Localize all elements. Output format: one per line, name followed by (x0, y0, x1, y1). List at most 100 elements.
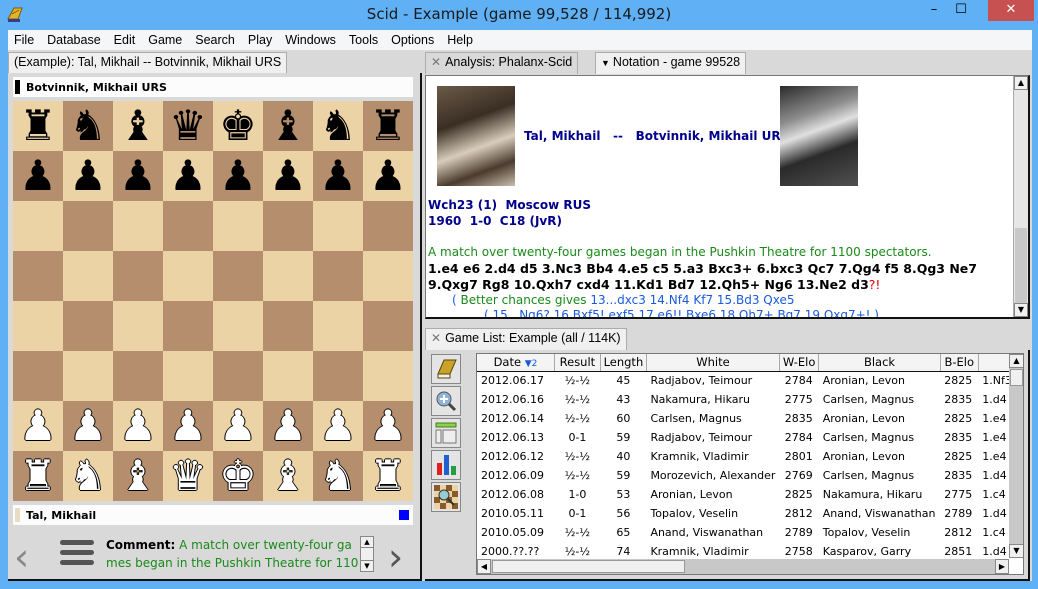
square-d4[interactable] (163, 301, 213, 351)
game-list-vscrollbar[interactable]: ▲ ▼ (1009, 354, 1023, 558)
square-b5[interactable] (63, 251, 113, 301)
variation-moves[interactable]: 13...dxc3 14.Nf4 Kf7 15.Bd3 Qxe5 (587, 293, 794, 307)
square-g7[interactable]: ♟ (313, 151, 363, 201)
square-b1[interactable]: ♞ (63, 451, 113, 501)
white-pawn-icon[interactable]: ♟ (369, 405, 407, 447)
menu-search[interactable]: Search (189, 33, 241, 47)
table-row[interactable]: 2012.06.17 ½-½ 45 Radjabov, Teimour 2784 Aron… (477, 371, 1023, 390)
black-bishop-icon[interactable]: ♝ (119, 105, 157, 147)
square-e4[interactable] (213, 301, 263, 351)
square-d7[interactable]: ♟ (163, 151, 213, 201)
column-header-black[interactable]: Black (818, 354, 941, 372)
menu-windows[interactable]: Windows (279, 33, 342, 47)
white-queen-icon[interactable]: ♛ (169, 455, 207, 497)
square-f1[interactable]: ♝ (263, 451, 313, 501)
prev-move-button[interactable]: ‹ (14, 535, 29, 579)
table-row[interactable]: 2012.06.09 ½-½ 59 Morozevich, Alexander 2769… (477, 466, 1023, 485)
tab-game-list[interactable]: ✕ Game List: Example (all / 114K) (425, 328, 627, 350)
white-king-icon[interactable]: ♚ (219, 455, 257, 497)
black-pawn-icon[interactable]: ♟ (269, 155, 307, 197)
black-rook-icon[interactable]: ♜ (369, 105, 407, 147)
square-a8[interactable]: ♜ (13, 101, 63, 151)
game-moves[interactable]: 1.e4 e6 2.d4 d5 3.Nc3 Bb4 4.e5 c5 5.a3 B… (428, 261, 1013, 293)
scroll-thumb[interactable] (492, 560, 685, 573)
square-e3[interactable] (213, 351, 263, 401)
tab-board[interactable]: (Example): Tal, Mikhail -- Botvinnik, Mi… (8, 52, 288, 74)
square-a3[interactable] (13, 351, 63, 401)
close-tab-icon[interactable]: ✕ (431, 331, 441, 345)
square-g3[interactable] (313, 351, 363, 401)
square-e7[interactable]: ♟ (213, 151, 263, 201)
square-e8[interactable]: ♚ (213, 101, 263, 151)
square-c7[interactable]: ♟ (113, 151, 163, 201)
comment-box[interactable]: Comment: A match over twenty-four games … (106, 536, 360, 572)
black-pawn-icon[interactable]: ♟ (319, 155, 357, 197)
square-g2[interactable]: ♟ (313, 401, 363, 451)
square-a1[interactable]: ♜ (13, 451, 63, 501)
tab-notation[interactable]: ▼ Notation - game 99528 (595, 52, 747, 74)
black-player-link[interactable]: Botvinnik, Mikhail URS (636, 129, 790, 143)
scroll-down-icon[interactable]: ▼ (1009, 544, 1023, 558)
table-row[interactable]: 2012.06.13 0-1 59 Radjabov, Teimour 2784 Carl… (477, 428, 1023, 447)
tab-analysis[interactable]: ✕ Analysis: Phalanx-Scid (425, 52, 579, 74)
main-line-moves[interactable]: 1.e4 e6 2.d4 d5 3.Nc3 Bb4 4.e5 c5 5.a3 B… (428, 261, 977, 292)
white-pawn-icon[interactable]: ♟ (269, 405, 307, 447)
square-h6[interactable] (363, 201, 413, 251)
black-pawn-icon[interactable]: ♟ (169, 155, 207, 197)
black-knight-icon[interactable]: ♞ (69, 105, 107, 147)
square-b7[interactable]: ♟ (63, 151, 113, 201)
square-c1[interactable]: ♝ (113, 451, 163, 501)
table-row[interactable]: 2010.05.09 ½-½ 65 Anand, Viswanathan 2789 Top… (477, 523, 1023, 542)
menu-play[interactable]: Play (242, 33, 278, 47)
scroll-up-icon[interactable]: ▲ (361, 537, 373, 548)
square-d5[interactable] (163, 251, 213, 301)
next-move-button[interactable]: › (388, 535, 403, 579)
black-bishop-icon[interactable]: ♝ (269, 105, 307, 147)
menu-edit[interactable]: Edit (108, 33, 142, 47)
square-d3[interactable] (163, 351, 213, 401)
square-f6[interactable] (263, 201, 313, 251)
square-f3[interactable] (263, 351, 313, 401)
maximize-button[interactable]: ☐ (947, 0, 975, 21)
black-rook-icon[interactable]: ♜ (19, 105, 57, 147)
notation-scrollbar[interactable]: ▲ ▼ (1013, 76, 1028, 317)
square-h7[interactable]: ♟ (363, 151, 413, 201)
square-h3[interactable] (363, 351, 413, 401)
square-a6[interactable] (13, 201, 63, 251)
square-h8[interactable]: ♜ (363, 101, 413, 151)
square-h4[interactable] (363, 301, 413, 351)
square-h2[interactable]: ♟ (363, 401, 413, 451)
square-g5[interactable] (313, 251, 363, 301)
square-e5[interactable] (213, 251, 263, 301)
square-g1[interactable]: ♞ (313, 451, 363, 501)
square-g8[interactable]: ♞ (313, 101, 363, 151)
menu-options[interactable]: Options (385, 33, 440, 47)
square-d8[interactable]: ♛ (163, 101, 213, 151)
white-pawn-icon[interactable]: ♟ (19, 405, 57, 447)
square-e2[interactable]: ♟ (213, 401, 263, 451)
board-search-icon[interactable] (431, 482, 461, 512)
menu-help[interactable]: Help (441, 33, 479, 47)
square-b4[interactable] (63, 301, 113, 351)
dropdown-icon[interactable]: ▼ (601, 58, 610, 68)
square-c2[interactable]: ♟ (113, 401, 163, 451)
black-knight-icon[interactable]: ♞ (319, 105, 357, 147)
square-f2[interactable]: ♟ (263, 401, 313, 451)
square-a7[interactable]: ♟ (13, 151, 63, 201)
square-a4[interactable] (13, 301, 63, 351)
close-tab-icon[interactable]: ✕ (431, 55, 441, 69)
square-f5[interactable] (263, 251, 313, 301)
black-queen-icon[interactable]: ♛ (169, 105, 207, 147)
square-b3[interactable] (63, 351, 113, 401)
white-rook-icon[interactable]: ♜ (369, 455, 407, 497)
menu-game[interactable]: Game (142, 33, 188, 47)
square-f7[interactable]: ♟ (263, 151, 313, 201)
square-g4[interactable] (313, 301, 363, 351)
square-b6[interactable] (63, 201, 113, 251)
table-row[interactable]: 2012.06.16 ½-½ 43 Nakamura, Hikaru 2775 Carls… (477, 390, 1023, 409)
table-row[interactable]: 2010.05.11 0-1 56 Topalov, Veselin 2812 Anand… (477, 504, 1023, 523)
square-d2[interactable]: ♟ (163, 401, 213, 451)
square-c4[interactable] (113, 301, 163, 351)
square-e1[interactable]: ♚ (213, 451, 263, 501)
square-g6[interactable] (313, 201, 363, 251)
